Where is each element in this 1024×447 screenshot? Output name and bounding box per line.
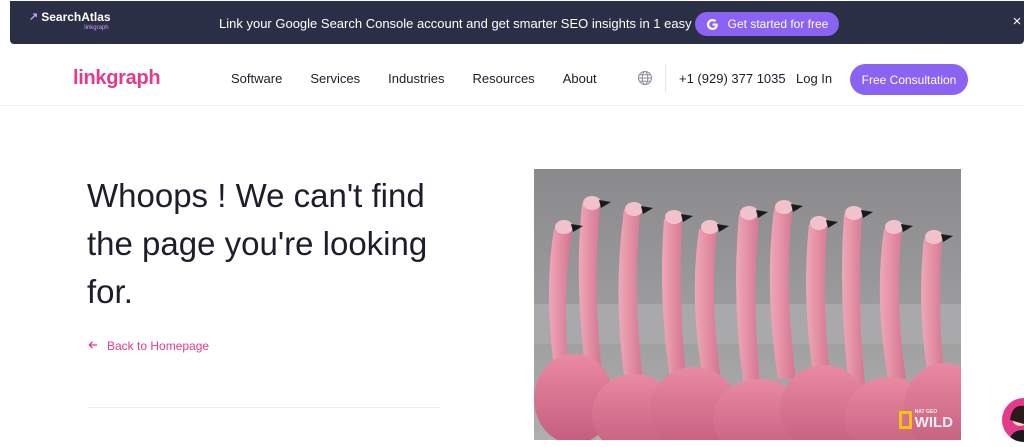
nat-geo-frame-icon (898, 410, 912, 429)
phone-number[interactable]: +1 (929) 377 1035 (679, 71, 786, 86)
nav-links: Software Services Industries Resources A… (231, 71, 625, 86)
main-nav: linkgraph Software Services Industries R… (0, 52, 1024, 106)
google-g-icon (706, 17, 720, 31)
searchatlas-logo-subtext: linkgraph (84, 25, 109, 31)
page-heading: Whoops ! We can't find the page you're l… (87, 177, 428, 310)
nav-link-services[interactable]: Services (310, 71, 360, 86)
linkgraph-logo[interactable]: linkgraph (73, 67, 161, 90)
chat-avatar[interactable] (1002, 398, 1024, 442)
nav-link-software[interactable]: Software (231, 71, 282, 86)
globe-icon[interactable] (637, 70, 653, 86)
nat-geo-wild-badge: NAT GEO WILD (898, 409, 953, 431)
free-consultation-button[interactable]: Free Consultation (850, 64, 968, 95)
back-to-homepage-label: Back to Homepage (107, 339, 210, 353)
searchatlas-logo-text: SearchAtlas (41, 10, 111, 24)
searchatlas-logo[interactable]: ↗ SearchAtlas linkgraph (29, 11, 111, 32)
close-icon[interactable]: × (1010, 13, 1024, 30)
content-divider (88, 407, 440, 408)
nav-link-resources[interactable]: Resources (473, 71, 535, 86)
badge-big-text: WILD (914, 414, 953, 431)
back-to-homepage-link[interactable]: Back to Homepage (88, 339, 209, 353)
flamingo-image: NAT GEO WILD (534, 169, 961, 440)
promo-banner: ↗ SearchAtlas linkgraph Link your Google… (10, 1, 1024, 44)
login-link[interactable]: Log In (796, 71, 832, 86)
get-started-button[interactable]: Get started for free (695, 12, 839, 36)
nav-link-about[interactable]: About (563, 71, 597, 86)
nav-link-industries[interactable]: Industries (388, 71, 444, 86)
get-started-label: Get started for free (727, 17, 829, 31)
nav-divider (665, 64, 666, 92)
arrow-left-icon (88, 339, 98, 353)
banner-message: Link your Google Search Console account … (219, 16, 721, 31)
arrow-icon: ↗ (29, 11, 39, 23)
